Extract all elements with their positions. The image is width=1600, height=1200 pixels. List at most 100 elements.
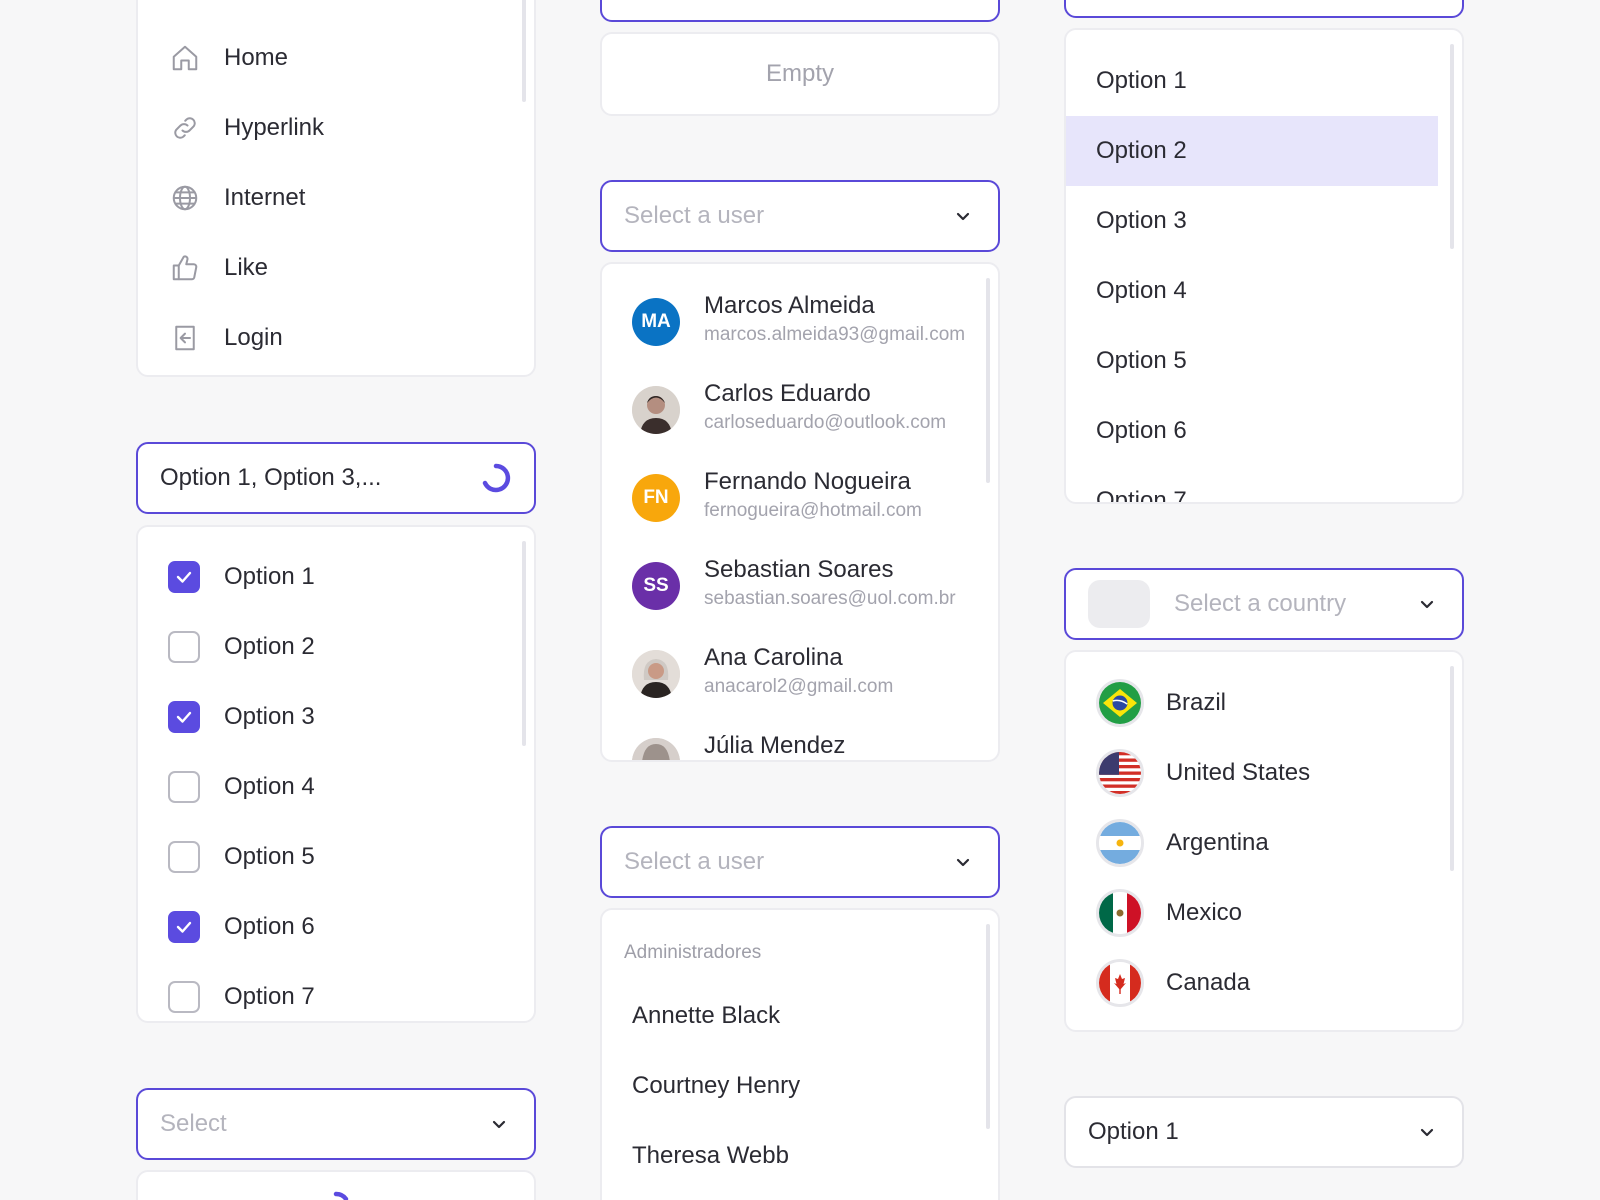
avatar: MA bbox=[632, 298, 680, 346]
user-name: Marcos Almeida bbox=[704, 292, 875, 319]
checkbox-label: Option 6 bbox=[224, 913, 315, 940]
country-label: United States bbox=[1166, 759, 1311, 786]
user-email: marcos.almeida93@gmail.com bbox=[704, 324, 966, 345]
country-option[interactable]: Canada bbox=[1096, 958, 1250, 1008]
country-label: Mexico bbox=[1166, 899, 1243, 926]
user-select-field[interactable]: Select a user bbox=[600, 180, 1000, 252]
multi-select-value: Option 1, Option 3,... bbox=[160, 464, 382, 491]
checkbox-option[interactable]: Option 6 bbox=[168, 907, 315, 947]
country-label: Brazil bbox=[1166, 689, 1227, 716]
checkbox-checked[interactable] bbox=[168, 561, 200, 593]
checkbox-checked[interactable] bbox=[168, 911, 200, 943]
user-option[interactable]: MA Marcos Almeida marcos.almeida93@gmail… bbox=[632, 292, 972, 352]
option-item[interactable]: Option 3 bbox=[1066, 186, 1438, 256]
checkbox-unchecked[interactable] bbox=[168, 631, 200, 663]
group-title: Administradores bbox=[624, 942, 762, 963]
avatar: SS bbox=[632, 562, 680, 610]
empty-state-text: Empty bbox=[765, 60, 834, 87]
checkbox-option[interactable]: Option 5 bbox=[168, 837, 315, 877]
checkbox-label: Option 4 bbox=[224, 773, 315, 800]
checkbox-option[interactable]: Option 1 bbox=[168, 557, 315, 597]
avatar-photo bbox=[632, 738, 680, 760]
checkbox-option[interactable]: Option 3 bbox=[168, 697, 315, 737]
nav-item-like[interactable]: Like bbox=[168, 248, 268, 288]
user-select-placeholder: Select a user bbox=[624, 202, 765, 229]
brazil-flag-icon bbox=[1096, 679, 1144, 727]
avatar-photo bbox=[632, 386, 680, 434]
login-icon bbox=[168, 321, 202, 355]
select-dropdown-loading bbox=[136, 1170, 536, 1200]
country-list-scrollbar[interactable] bbox=[1450, 666, 1454, 871]
checkbox-option[interactable]: Option 7 bbox=[168, 977, 315, 1017]
user-option[interactable]: Carlos Eduardo carloseduardo@outlook.com bbox=[632, 380, 972, 440]
empty-state-card: Empty bbox=[600, 32, 1000, 116]
country-option[interactable]: United States bbox=[1096, 748, 1310, 798]
group-select-field[interactable]: Select a user bbox=[600, 826, 1000, 898]
checkbox-unchecked[interactable] bbox=[168, 981, 200, 1013]
user-name: Carlos Eduardo bbox=[704, 380, 871, 407]
group-option[interactable]: Courtney Henry bbox=[632, 1072, 800, 1100]
group-list-scrollbar[interactable] bbox=[986, 924, 990, 1129]
checkbox-label: Option 2 bbox=[224, 633, 315, 660]
group-select-placeholder: Select a user bbox=[624, 848, 765, 875]
top-field-partial[interactable] bbox=[1064, 0, 1464, 18]
checkbox-option[interactable]: Option 2 bbox=[168, 627, 315, 667]
nav-item-label: Like bbox=[224, 254, 269, 281]
chevron-down-icon bbox=[1418, 1123, 1436, 1141]
nav-item-home[interactable]: Home bbox=[168, 38, 288, 78]
checkbox-option[interactable]: Option 4 bbox=[168, 767, 315, 807]
multi-select-scrollbar[interactable] bbox=[522, 541, 526, 746]
nav-item-label: Home bbox=[224, 44, 289, 71]
thumbs-up-icon bbox=[168, 251, 202, 285]
user-option[interactable]: Ana Carolina anacarol2@gmail.com bbox=[632, 644, 972, 704]
chevron-down-icon bbox=[954, 207, 972, 225]
country-select-placeholder: Select a country bbox=[1174, 590, 1347, 617]
options-dropdown: Option 1 Option 2 Option 3 Option 4 Opti… bbox=[1064, 28, 1464, 504]
option-item[interactable]: Option 6 bbox=[1066, 396, 1438, 466]
country-select-field[interactable]: Select a country bbox=[1064, 568, 1464, 640]
option-item[interactable]: Option 1 bbox=[1066, 46, 1438, 116]
checkbox-label: Option 5 bbox=[224, 843, 315, 870]
checkbox-unchecked[interactable] bbox=[168, 771, 200, 803]
multi-select-dropdown: Option 1 Option 2 Option 3 Option 4 Opti… bbox=[136, 525, 536, 1023]
nav-item-label: Hyperlink bbox=[224, 114, 325, 141]
user-option[interactable]: FN Fernando Nogueira fernogueira@hotmail… bbox=[632, 468, 972, 528]
globe-icon bbox=[168, 181, 202, 215]
simple-select-field[interactable]: Option 1 bbox=[1064, 1096, 1464, 1168]
country-option[interactable]: Brazil bbox=[1096, 678, 1226, 728]
nav-item-internet[interactable]: Internet bbox=[168, 178, 305, 218]
checkbox-label: Option 7 bbox=[224, 983, 315, 1010]
option-item[interactable]: Option 4 bbox=[1066, 256, 1438, 326]
user-email: carloseduardo@outlook.com bbox=[704, 412, 947, 433]
loading-spinner-icon bbox=[320, 1190, 352, 1200]
country-option[interactable]: Argentina bbox=[1096, 818, 1269, 868]
nav-menu-scrollbar[interactable] bbox=[522, 0, 526, 102]
checkbox-checked[interactable] bbox=[168, 701, 200, 733]
nav-item-label: Login bbox=[224, 324, 283, 351]
group-select-dropdown: Administradores Annette Black Courtney H… bbox=[600, 908, 1000, 1200]
option-item[interactable]: Option 7 bbox=[1066, 466, 1438, 502]
multi-select-field[interactable]: Option 1, Option 3,... bbox=[136, 442, 536, 514]
group-option[interactable]: Annette Black bbox=[632, 1002, 780, 1030]
chevron-down-icon bbox=[1418, 595, 1436, 613]
user-option[interactable]: Júlia Mendez bbox=[632, 732, 972, 760]
user-option[interactable]: SS Sebastian Soares sebastian.soares@uol… bbox=[632, 556, 972, 616]
user-list-scrollbar[interactable] bbox=[986, 278, 990, 483]
option-item-selected[interactable]: Option 2 bbox=[1066, 116, 1438, 186]
checkbox-unchecked[interactable] bbox=[168, 841, 200, 873]
top-field-partial[interactable] bbox=[600, 0, 1000, 22]
link-icon bbox=[168, 111, 202, 145]
options-scrollbar[interactable] bbox=[1450, 44, 1454, 249]
simple-select-value: Option 1 bbox=[1088, 1118, 1179, 1145]
nav-item-login[interactable]: Login bbox=[168, 318, 283, 358]
group-option[interactable]: Theresa Webb bbox=[632, 1142, 789, 1170]
user-name: Ana Carolina bbox=[704, 644, 843, 671]
select-placeholder: Select bbox=[160, 1110, 227, 1137]
option-item[interactable]: Option 5 bbox=[1066, 326, 1438, 396]
country-option[interactable]: Mexico bbox=[1096, 888, 1242, 938]
select-field[interactable]: Select bbox=[136, 1088, 536, 1160]
checkbox-label: Option 1 bbox=[224, 563, 315, 590]
country-label: Argentina bbox=[1166, 829, 1269, 856]
user-email: sebastian.soares@uol.com.br bbox=[704, 588, 956, 609]
nav-item-hyperlink[interactable]: Hyperlink bbox=[168, 108, 324, 148]
